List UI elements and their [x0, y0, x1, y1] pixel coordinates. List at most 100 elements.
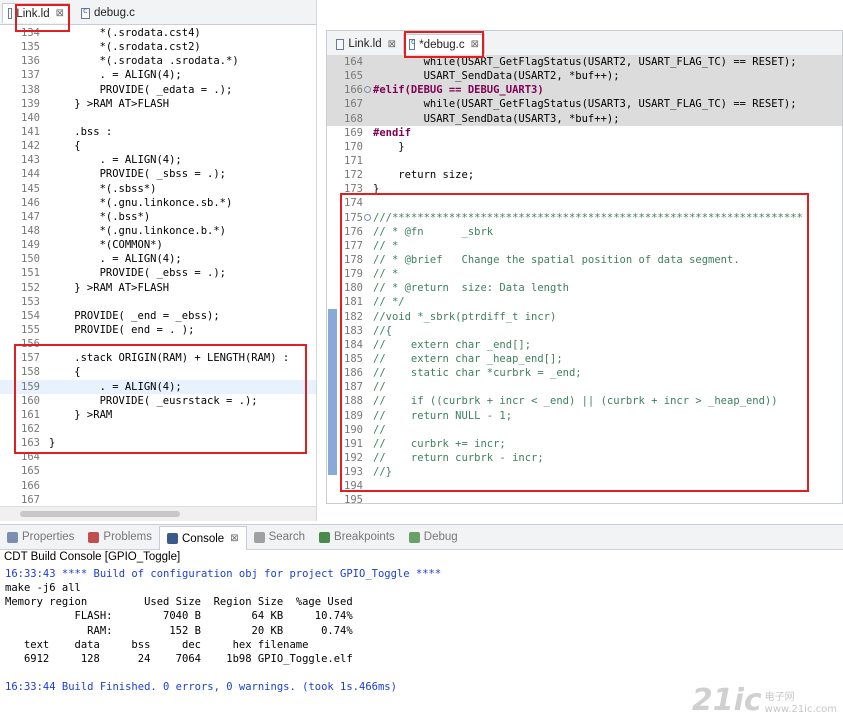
- code-line[interactable]: 141 .bss :: [0, 125, 316, 139]
- code-line[interactable]: 137 . = ALIGN(4);: [0, 68, 316, 82]
- code-line[interactable]: 146 *(.gnu.linkonce.sb.*): [0, 196, 316, 210]
- code-line[interactable]: 165: [0, 464, 316, 478]
- tab-breakpoints[interactable]: Breakpoints: [312, 526, 402, 548]
- line-code: USART_SendData(USART3, *buf++);: [373, 112, 620, 125]
- code-line[interactable]: 166 #elif(DEBUG == DEBUG_UART3): [327, 83, 842, 98]
- horizontal-scrollbar[interactable]: [0, 506, 316, 521]
- code-line[interactable]: 189// return NULL - 1;: [327, 409, 842, 423]
- code-line[interactable]: 183//{: [327, 324, 842, 338]
- watermark-line2: www.21ic.com: [764, 704, 837, 715]
- code-line[interactable]: 143 . = ALIGN(4);: [0, 153, 316, 167]
- code-line[interactable]: 144 PROVIDE( _sbss = .);: [0, 167, 316, 181]
- code-line[interactable]: 165 USART_SendData(USART2, *buf++);: [327, 69, 842, 84]
- code-line[interactable]: 149 *(COMMON*): [0, 238, 316, 252]
- code-line[interactable]: 171: [327, 154, 842, 168]
- line-number: 141: [21, 125, 40, 138]
- code-line[interactable]: 180 // * @return size: Data length: [327, 281, 842, 295]
- console-output[interactable]: 16:33:43 **** Build of configuration obj…: [5, 567, 843, 694]
- close-icon[interactable]: ⊠: [388, 39, 396, 50]
- code-line[interactable]: 187//: [327, 380, 842, 394]
- code-line[interactable]: 184// extern char _end[];: [327, 338, 842, 352]
- code-line[interactable]: 167: [0, 493, 316, 507]
- code-line[interactable]: 164: [0, 450, 316, 464]
- code-line[interactable]: 148 *(.gnu.linkonce.b.*): [0, 224, 316, 238]
- panel-tabbar: Properties Problems Console ⊠ Search Breakpoi…: [0, 525, 843, 550]
- tab-console[interactable]: Console ⊠: [159, 526, 247, 550]
- tab-debug-c-modified[interactable]: *debug.c ⊠: [403, 34, 485, 54]
- code-line[interactable]: 156: [0, 337, 316, 351]
- right-editor[interactable]: Link.ld ⊠ *debug.c ⊠ 164 while(USART_Get…: [326, 30, 843, 504]
- line-number: 174: [344, 197, 363, 210]
- code-line[interactable]: 158 {: [0, 365, 316, 379]
- code-line[interactable]: 191// curbrk += incr;: [327, 437, 842, 451]
- code-line[interactable]: 155 PROVIDE( end = . );: [0, 323, 316, 337]
- code-line[interactable]: 147 *(.bss*): [0, 210, 316, 224]
- tab-problems[interactable]: Problems: [81, 526, 159, 548]
- tab-label: Problems: [103, 531, 152, 543]
- tab-label: Breakpoints: [334, 531, 395, 543]
- code-line[interactable]: 159 . = ALIGN(4);: [0, 379, 316, 394]
- code-line[interactable]: 135 *(.srodata.cst2): [0, 40, 316, 54]
- code-line[interactable]: 175 ///**********************************…: [327, 211, 842, 225]
- code-line[interactable]: 167 while(USART_GetFlagStatus(USART3, US…: [327, 97, 842, 112]
- tab-link-ld[interactable]: Link.ld ⊠: [2, 3, 70, 23]
- code-line[interactable]: 140: [0, 111, 316, 125]
- code-line[interactable]: 188// if ((curbrk + incr < _end) || (cur…: [327, 394, 842, 408]
- tab-debug[interactable]: Debug: [402, 526, 465, 548]
- left-code-area[interactable]: 134 *(.srodata.cst4) 135 *(.srodata.cst2)…: [0, 26, 316, 507]
- code-line[interactable]: 181 // */: [327, 295, 842, 309]
- code-line[interactable]: 192// return curbrk - incr;: [327, 451, 842, 465]
- code-line[interactable]: 166: [0, 479, 316, 493]
- fold-toggle-icon[interactable]: [364, 213, 371, 221]
- code-line[interactable]: 179 // *: [327, 267, 842, 281]
- code-line[interactable]: 151 PROVIDE( _ebss = .);: [0, 266, 316, 280]
- close-icon[interactable]: ⊠: [471, 39, 479, 50]
- code-line[interactable]: 153: [0, 295, 316, 309]
- code-line[interactable]: 142 {: [0, 139, 316, 153]
- scrollbar-thumb[interactable]: [20, 511, 180, 517]
- code-line[interactable]: 168 USART_SendData(USART3, *buf++);: [327, 111, 842, 126]
- tab-properties[interactable]: Properties: [0, 526, 81, 548]
- code-line[interactable]: 185// extern char _heap_end[];: [327, 352, 842, 366]
- code-line[interactable]: 138 PROVIDE( _edata = .);: [0, 83, 316, 97]
- code-line[interactable]: 157 .stack ORIGIN(RAM) + LENGTH(RAM) :: [0, 351, 316, 365]
- right-code-area[interactable]: 164 while(USART_GetFlagStatus(USART2, US…: [327, 55, 842, 503]
- code-line[interactable]: 164 while(USART_GetFlagStatus(USART2, US…: [327, 55, 842, 70]
- code-line[interactable]: 134 *(.srodata.cst4): [0, 26, 316, 40]
- close-icon[interactable]: ⊠: [230, 533, 238, 544]
- line-number: 169: [344, 126, 363, 139]
- close-icon[interactable]: ⊠: [56, 8, 64, 19]
- code-line[interactable]: 173}: [327, 182, 842, 196]
- code-line[interactable]: 176 // * @fn _sbrk: [327, 225, 842, 239]
- left-editor[interactable]: Link.ld ⊠ debug.c 134 *(.srodata.cst4)13…: [0, 0, 317, 521]
- code-line[interactable]: 160 PROVIDE( _eusrstack = .);: [0, 394, 316, 408]
- code-line[interactable]: 190//: [327, 423, 842, 437]
- code-line[interactable]: 162: [0, 422, 316, 436]
- code-line[interactable]: 154 PROVIDE( _end = _ebss);: [0, 309, 316, 323]
- line-number: 151: [21, 267, 40, 280]
- code-line[interactable]: 194: [327, 479, 842, 493]
- code-line[interactable]: 186// static char *curbrk = _end;: [327, 366, 842, 380]
- code-line[interactable]: 139 } >RAM AT>FLASH: [0, 97, 316, 111]
- code-line[interactable]: 178 // * @brief Change the spatial positi…: [327, 253, 842, 267]
- code-line[interactable]: 195: [327, 493, 842, 503]
- tab-debug-c[interactable]: debug.c: [76, 3, 156, 23]
- code-line[interactable]: 182//void *_sbrk(ptrdiff_t incr): [327, 310, 842, 324]
- code-line[interactable]: 193//}: [327, 465, 842, 479]
- code-line[interactable]: 172 return size;: [327, 168, 842, 182]
- tab-link-ld[interactable]: Link.ld ⊠: [331, 34, 401, 54]
- code-line[interactable]: 169 #endif: [327, 126, 842, 140]
- code-line[interactable]: 150 . = ALIGN(4);: [0, 252, 316, 266]
- code-line[interactable]: 177 // *: [327, 239, 842, 253]
- code-line[interactable]: 152 } >RAM AT>FLASH: [0, 281, 316, 295]
- tab-search[interactable]: Search: [247, 526, 312, 548]
- code-line[interactable]: 161 } >RAM: [0, 408, 316, 422]
- code-line[interactable]: 174: [327, 196, 842, 210]
- code-line[interactable]: 170 }: [327, 140, 842, 154]
- code-line[interactable]: 136 *(.srodata .srodata.*): [0, 54, 316, 68]
- code-line[interactable]: 145 *(.sbss*): [0, 182, 316, 196]
- fold-toggle-icon[interactable]: [364, 86, 371, 94]
- line-code: } >RAM AT>FLASH: [49, 97, 170, 110]
- code-line[interactable]: 163}: [0, 436, 316, 450]
